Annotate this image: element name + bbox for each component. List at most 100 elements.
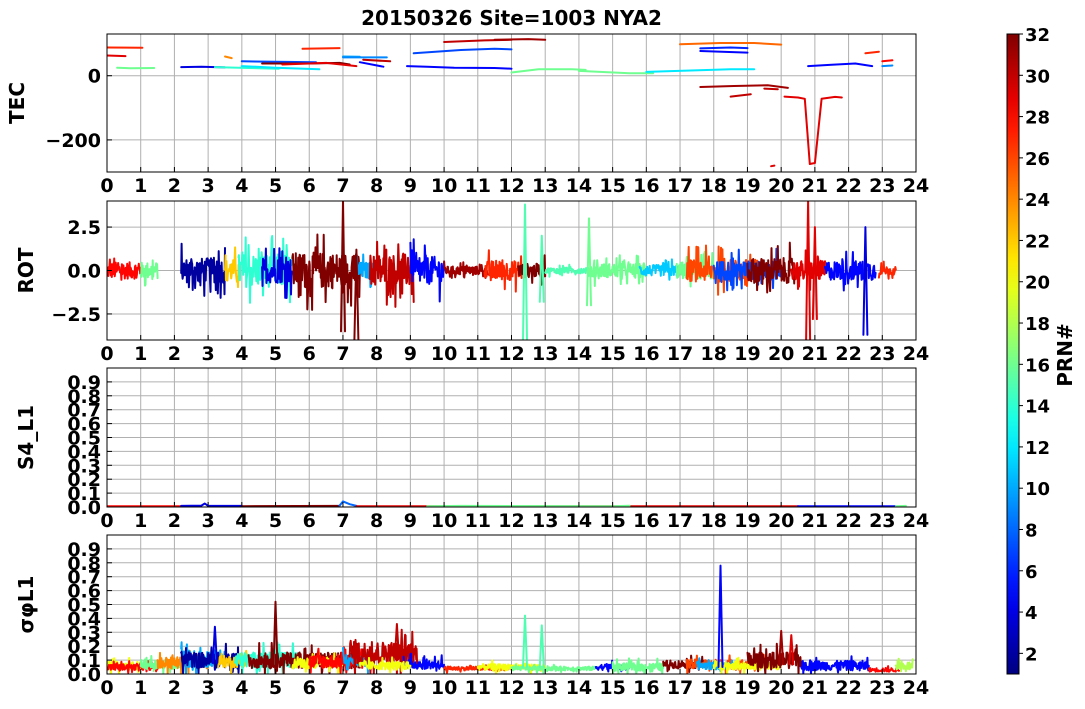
series-line-prn-27 [301, 47, 341, 50]
x-tick-label: 23 [869, 677, 895, 699]
x-tick-label: 10 [431, 677, 457, 699]
series-line-prn-8 [338, 500, 358, 507]
x-tick-label: 0 [100, 175, 113, 197]
series-line-prn-16 [116, 66, 156, 70]
colorbar-tick-label: 10 [1025, 479, 1050, 500]
plot-area [107, 500, 907, 507]
x-tick-label: 3 [202, 510, 215, 532]
x-tick-label: 18 [701, 175, 727, 197]
x-tick-label: 13 [532, 343, 558, 365]
colorbar-tick-label: 8 [1025, 520, 1038, 541]
x-tick-label: 17 [667, 175, 693, 197]
colorbar-tick-label: 16 [1025, 355, 1050, 376]
series-line-prn-5 [807, 62, 874, 68]
x-tick-label: 16 [633, 175, 659, 197]
series-line-prn-16 [426, 504, 631, 507]
x-tick-label: 2 [168, 343, 181, 365]
x-tick-label: 4 [235, 677, 248, 699]
x-tick-label: 16 [633, 510, 659, 532]
noise-trace-prn-5 [800, 655, 870, 674]
x-tick-label: 23 [869, 343, 895, 365]
plot-area [107, 38, 894, 168]
noise-trace-prn-32 [291, 233, 361, 311]
x-tick-label: 24 [903, 510, 929, 532]
x-tick-label: 12 [498, 175, 524, 197]
x-tick-label: 10 [431, 175, 457, 197]
x-tick-label: 11 [465, 510, 491, 532]
x-tick-label: 19 [734, 343, 760, 365]
x-tick-label: 11 [465, 175, 491, 197]
x-tick-label: 13 [532, 175, 558, 197]
spike-prn-29 [805, 201, 812, 340]
colorbar-bar [1006, 33, 1020, 675]
spike-prn-15 [522, 614, 528, 668]
colorbar-tick-label: 32 [1025, 25, 1050, 46]
series-line-prn-5 [358, 61, 385, 68]
x-tick-label: 8 [370, 343, 383, 365]
series-line-prn-30 [763, 87, 779, 91]
colorbar-tick-label: 22 [1025, 231, 1050, 252]
series-line-prn-4 [180, 502, 243, 507]
series-line-prn-12 [645, 68, 756, 73]
x-tick-label: 21 [802, 175, 828, 197]
x-tick-label: 3 [202, 175, 215, 197]
x-tick-label: 14 [566, 677, 592, 699]
y-tick-label: 0.0 [67, 497, 101, 519]
x-tick-label: 5 [269, 343, 282, 365]
spike-prn-15 [522, 203, 528, 340]
x-tick-label: 1 [134, 175, 147, 197]
x-tick-label: 24 [903, 343, 929, 365]
x-tick-label: 7 [336, 677, 349, 699]
x-tick-label: 12 [498, 510, 524, 532]
x-tick-label: 8 [370, 510, 383, 532]
noise-trace-prn-2 [180, 642, 243, 674]
x-tick-label: 10 [431, 343, 457, 365]
x-tick-label: 4 [235, 510, 248, 532]
x-tick-label: 13 [532, 677, 558, 699]
x-tick-label: 17 [667, 510, 693, 532]
noise-trace-prn-22 [224, 246, 240, 289]
colorbar: 32 30 28 26 24 22 20 18 16 14 12 10 8 6 4 2 PRN# [1006, 25, 1077, 675]
x-tick-label: 21 [802, 677, 828, 699]
figure: 0 1 2 3 4 5 6 7 8 9 10 11 12 13 14 15 16 17 18 19 20 21 22 23 24… [5, 6, 1077, 699]
colorbar-tick-label: 28 [1025, 108, 1050, 129]
x-tick-label: 22 [835, 510, 861, 532]
x-tick-label: 9 [404, 510, 417, 532]
series-line-prn-31 [699, 84, 789, 89]
spike-prn-16 [586, 217, 592, 307]
y-tick-label: 0 [88, 66, 101, 88]
x-tick-label: 20 [768, 343, 794, 365]
x-tick-label: 6 [303, 343, 316, 365]
series-line-prn-28 [881, 59, 894, 63]
noise-trace-prn-16 [139, 259, 159, 287]
series-line-prn-9 [881, 64, 894, 68]
x-tick-label: 16 [633, 677, 659, 699]
x-tick-label: 11 [465, 343, 491, 365]
y-tick-label: −2.5 [51, 304, 101, 326]
noise-trace-prn-27 [877, 260, 897, 280]
x-tick-label: 9 [404, 175, 417, 197]
noise-trace-prn-5 [409, 238, 446, 303]
x-tick-label: 13 [532, 510, 558, 532]
colorbar-tick-label: 14 [1025, 397, 1050, 418]
colorbar-tick-label: 12 [1025, 438, 1050, 459]
noise-trace-prn-15 [544, 263, 590, 278]
colorbar-tick-label: 18 [1025, 314, 1050, 335]
x-tick-label: 10 [431, 510, 457, 532]
x-tick-label: 9 [404, 343, 417, 365]
y-tick-label: 2.5 [67, 217, 101, 239]
x-tick-label: 24 [903, 175, 929, 197]
series-line-prn-5 [406, 65, 513, 70]
x-tick-label: 15 [599, 510, 625, 532]
noise-trace-prn-31 [443, 260, 489, 279]
x-tick-label: 2 [168, 510, 181, 532]
noise-trace-prn-16 [611, 657, 665, 674]
x-tick-label: 5 [269, 677, 282, 699]
x-tick-label: 19 [734, 175, 760, 197]
series-line-prn-25 [679, 42, 783, 46]
y-axis-label: ROT [14, 247, 38, 293]
x-tick-label: 20 [768, 510, 794, 532]
x-tick-label: 17 [667, 343, 693, 365]
x-tick-label: 14 [566, 343, 592, 365]
x-tick-label: 11 [465, 677, 491, 699]
